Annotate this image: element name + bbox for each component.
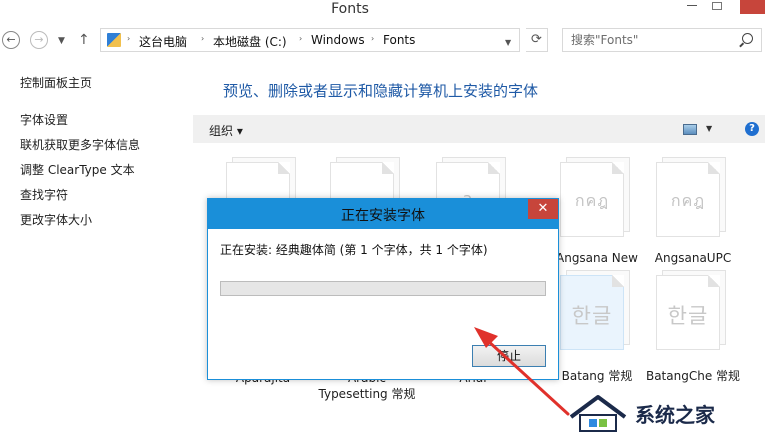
minimize-button[interactable] [684,0,700,10]
font-settings-link[interactable]: 字体设置 [20,111,68,128]
dialog-titlebar[interactable]: 正在安装字体 ✕ [208,199,558,229]
watermark: 系统之家 [565,385,765,439]
command-bar: 组织 ▾ ▼ ? [193,115,765,143]
breadcrumb-separator-icon[interactable]: › [371,34,374,43]
maximize-button[interactable] [712,2,722,10]
address-bar[interactable]: › 这台电脑 › 本地磁盘 (C:) › Windows › Fonts ▼ [100,28,520,52]
get-font-info-online-link[interactable]: 联机获取更多字体信息 [20,136,140,153]
adjust-cleartype-link[interactable]: 调整 ClearType 文本 [20,161,135,178]
stop-button[interactable]: 停止 [472,345,546,367]
view-options-chevron-icon[interactable]: ▼ [706,124,712,133]
control-panel-home-link[interactable]: 控制面板主页 [20,74,92,91]
close-window-button[interactable] [740,0,765,14]
house-logo-icon [569,395,627,432]
breadcrumb-separator-icon[interactable]: › [299,34,302,43]
search-icon[interactable] [742,33,753,44]
search-placeholder: 搜索"Fonts" [571,33,639,47]
find-character-link[interactable]: 查找字符 [20,186,68,203]
font-preview-glyph: 한글 [571,304,613,328]
dialog-close-icon[interactable]: ✕ [528,199,558,219]
font-name-label: BatangChe 常规 [645,369,741,383]
install-progress-bar [220,281,546,296]
font-tile-angsana-new[interactable]: กคฎ Angsana New [556,157,638,269]
breadcrumb-windows[interactable]: Windows [311,33,365,47]
font-name-label: Batang 常规 [561,369,633,383]
search-input[interactable]: 搜索"Fonts" [562,28,762,52]
font-tile-batang[interactable]: 한글 Batang 常规 [556,270,638,386]
forward-button[interactable]: → [30,31,48,49]
installing-fonts-dialog: 正在安装字体 ✕ 正在安装: 经典趣体简 (第 1 个字体，共 1 个字体) 停… [207,198,559,380]
install-status-text: 正在安装: 经典趣体简 (第 1 个字体，共 1 个字体) [220,243,488,257]
breadcrumb-separator-icon[interactable]: › [201,34,204,43]
breadcrumb-local-disk[interactable]: 本地磁盘 (C:) [213,33,287,50]
font-preview-glyph: 한글 [667,304,709,328]
font-name-label: Angsana New [556,251,638,265]
navigation-bar: ← → ▼ ↑ › 这台电脑 › 本地磁盘 (C:) › Windows › F… [0,28,765,54]
dialog-title: 正在安装字体 [341,208,425,224]
breadcrumb-fonts[interactable]: Fonts [383,33,415,47]
breadcrumb-separator-icon[interactable]: › [127,34,130,43]
font-name-label: AngsanaUPC [654,251,732,265]
help-icon[interactable]: ? [745,122,759,136]
organize-menu-button[interactable]: 组织 ▾ [209,122,243,139]
this-pc-icon [107,33,121,47]
up-button[interactable]: ↑ [78,32,90,48]
change-font-size-link[interactable]: 更改字体大小 [20,211,92,228]
window-titlebar: Fonts [0,0,765,22]
change-view-icon[interactable] [683,124,697,135]
watermark-text: 系统之家 [635,403,715,427]
recent-locations-chevron-icon[interactable]: ▼ [58,36,65,46]
window-title: Fonts [331,1,369,17]
back-button[interactable]: ← [2,31,20,49]
refresh-button[interactable]: ⟳ [526,28,548,52]
address-history-chevron-icon[interactable]: ▼ [505,38,511,47]
font-preview-glyph: กคฎ [670,191,706,210]
page-title: 预览、删除或者显示和隐藏计算机上安装的字体 [223,82,539,100]
font-preview-glyph: กคฎ [574,191,610,210]
breadcrumb-this-pc[interactable]: 这台电脑 [139,33,187,50]
font-tile-batangche[interactable]: 한글 BatangChe 常规 [646,270,740,386]
font-tile-angsanaupc[interactable]: กคฎ AngsanaUPC [652,157,734,269]
